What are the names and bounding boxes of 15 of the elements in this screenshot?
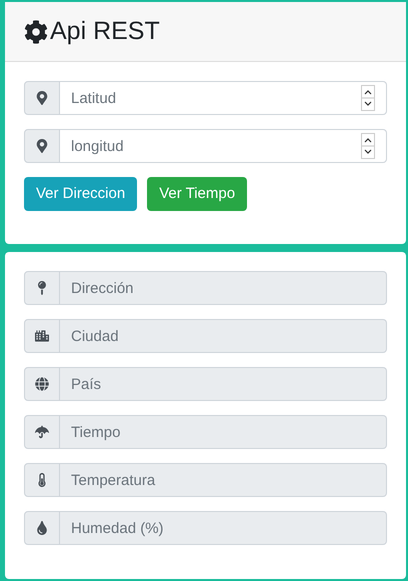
location-pin-icon [35,139,49,153]
buildings-icon [35,329,49,343]
card-title: Api REST [50,16,160,47]
drop-icon [35,521,49,535]
input-field[interactable]: longitud [60,129,387,163]
input-field[interactable]: Latitud [60,81,387,115]
spinner-icon[interactable] [361,85,375,111]
settings-icon [24,20,48,44]
umbrella-icon [35,425,49,439]
location-pin-icon [35,91,49,105]
action-button[interactable]: Ver Tiempo [147,177,248,211]
globe-icon [35,377,49,391]
pin-icon [35,281,49,295]
spinner-icon[interactable] [361,133,375,159]
action-button[interactable]: Ver Direccion [24,177,138,211]
